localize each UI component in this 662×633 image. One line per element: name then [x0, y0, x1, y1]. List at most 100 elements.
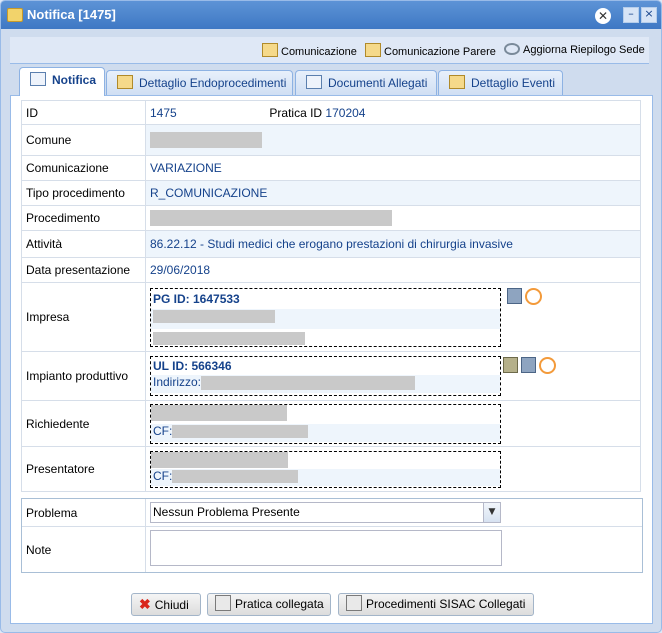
tab-notifica[interactable]: Notifica: [19, 67, 105, 96]
envelope-add-icon: [262, 43, 278, 57]
procedimento-value: [145, 205, 641, 231]
impianto-cell: UL ID: 566346 Indirizzo:: [145, 351, 641, 401]
row-procedimento: Procedimento: [21, 205, 641, 231]
presentatore-cell: CF:: [145, 446, 641, 492]
tipo-value: R_COMUNICAZIONE: [145, 180, 641, 206]
presentatore-box: CF:: [150, 450, 501, 488]
redacted-block: [153, 309, 275, 323]
tab-documenti-allegati[interactable]: Documenti Allegati: [295, 70, 437, 96]
folder-icon: [449, 75, 465, 89]
presentatore-label: Presentatore: [21, 446, 146, 492]
close-icon: ✖: [139, 596, 151, 612]
row-attivita: Attività 86.22.12 - Studi medici che ero…: [21, 230, 641, 258]
tab-label: Notifica: [52, 73, 97, 87]
factory-icon[interactable]: [503, 357, 518, 373]
tipo-label: Tipo procedimento: [21, 180, 146, 206]
id-cell: 1475 Pratica ID 170204: [145, 100, 641, 125]
row-comunicazione: Comunicazione VARIAZIONE: [21, 155, 641, 181]
form-icon: [306, 75, 322, 89]
folder-icon: [7, 8, 23, 22]
notifica-panel: ID 1475 Pratica ID 170204 Comune Comunic…: [10, 95, 653, 624]
comunicazione-button[interactable]: Comunicazione: [262, 43, 357, 58]
link-arrow-icon: [215, 595, 231, 611]
impresa-label: Impresa: [21, 282, 146, 352]
procedimenti-button[interactable]: Procedimenti SISAC Collegati: [338, 593, 534, 616]
redacted-block: [172, 424, 309, 438]
tab-label: Documenti Allegati: [328, 76, 428, 90]
data-label: Data presentazione: [21, 257, 146, 283]
richiedente-box: CF:: [150, 403, 501, 444]
tab-dettaglio-eventi[interactable]: Dettaglio Eventi: [438, 70, 563, 96]
chevron-down-icon[interactable]: ▼: [483, 503, 500, 522]
tab-label: Dettaglio Eventi: [471, 76, 556, 90]
problema-row: Problema Nessun Problema Presente ▼: [22, 499, 642, 572]
pratica-value: 170204: [325, 105, 366, 120]
toolbar: Comunicazione Comunicazione Parere Aggio…: [10, 37, 649, 64]
link-arrow-icon: [346, 595, 362, 611]
problema-label: Problema: [26, 506, 78, 520]
pratica-label: Pratica ID: [269, 105, 323, 120]
procedimento-label: Procedimento: [21, 205, 146, 231]
rss-icon[interactable]: [525, 288, 542, 305]
close-button[interactable]: ×: [641, 7, 657, 23]
aggiorna-button[interactable]: Aggiorna Riepilogo Sede: [504, 43, 645, 56]
comunicazione-label: Comunicazione: [21, 155, 146, 181]
impresa-line: [151, 329, 500, 349]
cf-label: CF:: [153, 423, 173, 438]
aggiorna-label: Aggiorna Riepilogo Sede: [523, 44, 645, 56]
impianto-ul-id: UL ID: 566346: [153, 359, 232, 373]
redacted-block: [150, 132, 262, 148]
redacted-block: [151, 404, 287, 421]
cf-label: CF:: [153, 468, 173, 483]
note-label: Note: [26, 543, 52, 557]
redacted-block: [201, 375, 416, 390]
impianto-box: UL ID: 566346 Indirizzo:: [150, 356, 501, 396]
problema-selected: Nessun Problema Presente: [153, 505, 300, 519]
richiedente-cell: CF:: [145, 400, 641, 447]
form-icon: [30, 72, 46, 86]
row-tipo-procedimento: Tipo procedimento R_COMUNICAZIONE: [21, 180, 641, 206]
row-presentatore: Presentatore CF:: [21, 446, 641, 492]
id-value: 1475: [150, 105, 177, 120]
problema-select[interactable]: Nessun Problema Presente ▼: [150, 502, 501, 523]
minimize-button[interactable]: –: [623, 7, 639, 23]
comunicazione-parere-button[interactable]: Comunicazione Parere: [365, 43, 496, 58]
folder-icon: [117, 75, 133, 89]
problema-section: Problema Nessun Problema Presente ▼ Note: [21, 498, 643, 573]
chiudi-label: Chiudi: [154, 598, 189, 612]
presentatore-name: [151, 451, 500, 469]
redacted-block: [151, 451, 288, 468]
attivita-value: 86.22.12 - Studi medici che erogano pres…: [145, 230, 641, 258]
impresa-pg-id: PG ID: 1647533: [153, 291, 240, 306]
rss-icon[interactable]: [539, 357, 556, 374]
row-comune: Comune: [21, 124, 641, 156]
refresh-icon: [504, 43, 520, 55]
pratica-collegata-label: Pratica collegata: [235, 597, 324, 611]
window-title: Notifica [1475]: [27, 7, 116, 22]
title-bar[interactable]: Notifica [1475] ✕ – ×: [1, 1, 661, 29]
pratica-collegata-button[interactable]: Pratica collegata: [207, 593, 331, 616]
tab-label: Dettaglio Endoprocedimenti: [139, 76, 287, 90]
indirizzo-label: Indirizzo:: [153, 375, 202, 389]
building-info-icon[interactable]: [507, 288, 522, 304]
building-info-icon[interactable]: [521, 357, 536, 373]
redacted-block: [172, 469, 299, 483]
richiedente-name: [151, 404, 500, 424]
comune-label: Comune: [21, 124, 146, 156]
comunicazione-value: VARIAZIONE: [145, 155, 641, 181]
chiudi-button[interactable]: ✖ Chiudi: [131, 593, 201, 616]
close-icon[interactable]: ✕: [595, 8, 611, 24]
tab-strip: Notifica Dettaglio Endoprocedimenti Docu…: [10, 67, 649, 96]
richiedente-cf-line: CF:: [151, 423, 500, 442]
attivita-label: Attività: [21, 230, 146, 258]
divider: [145, 499, 146, 572]
impianto-label: Impianto produttivo: [21, 351, 146, 401]
tab-dettaglio-endoprocedimenti[interactable]: Dettaglio Endoprocedimenti: [106, 70, 293, 96]
richiedente-label: Richiedente: [21, 400, 146, 447]
note-textarea[interactable]: [150, 530, 502, 566]
data-value: 29/06/2018: [145, 257, 641, 283]
details-table: ID 1475 Pratica ID 170204 Comune Comunic…: [21, 100, 641, 492]
envelope-add-icon: [365, 43, 381, 57]
comunicazione-parere-label: Comunicazione Parere: [384, 46, 496, 58]
dialog-window: Notifica [1475] ✕ – × Comunicazione Comu…: [0, 0, 662, 633]
